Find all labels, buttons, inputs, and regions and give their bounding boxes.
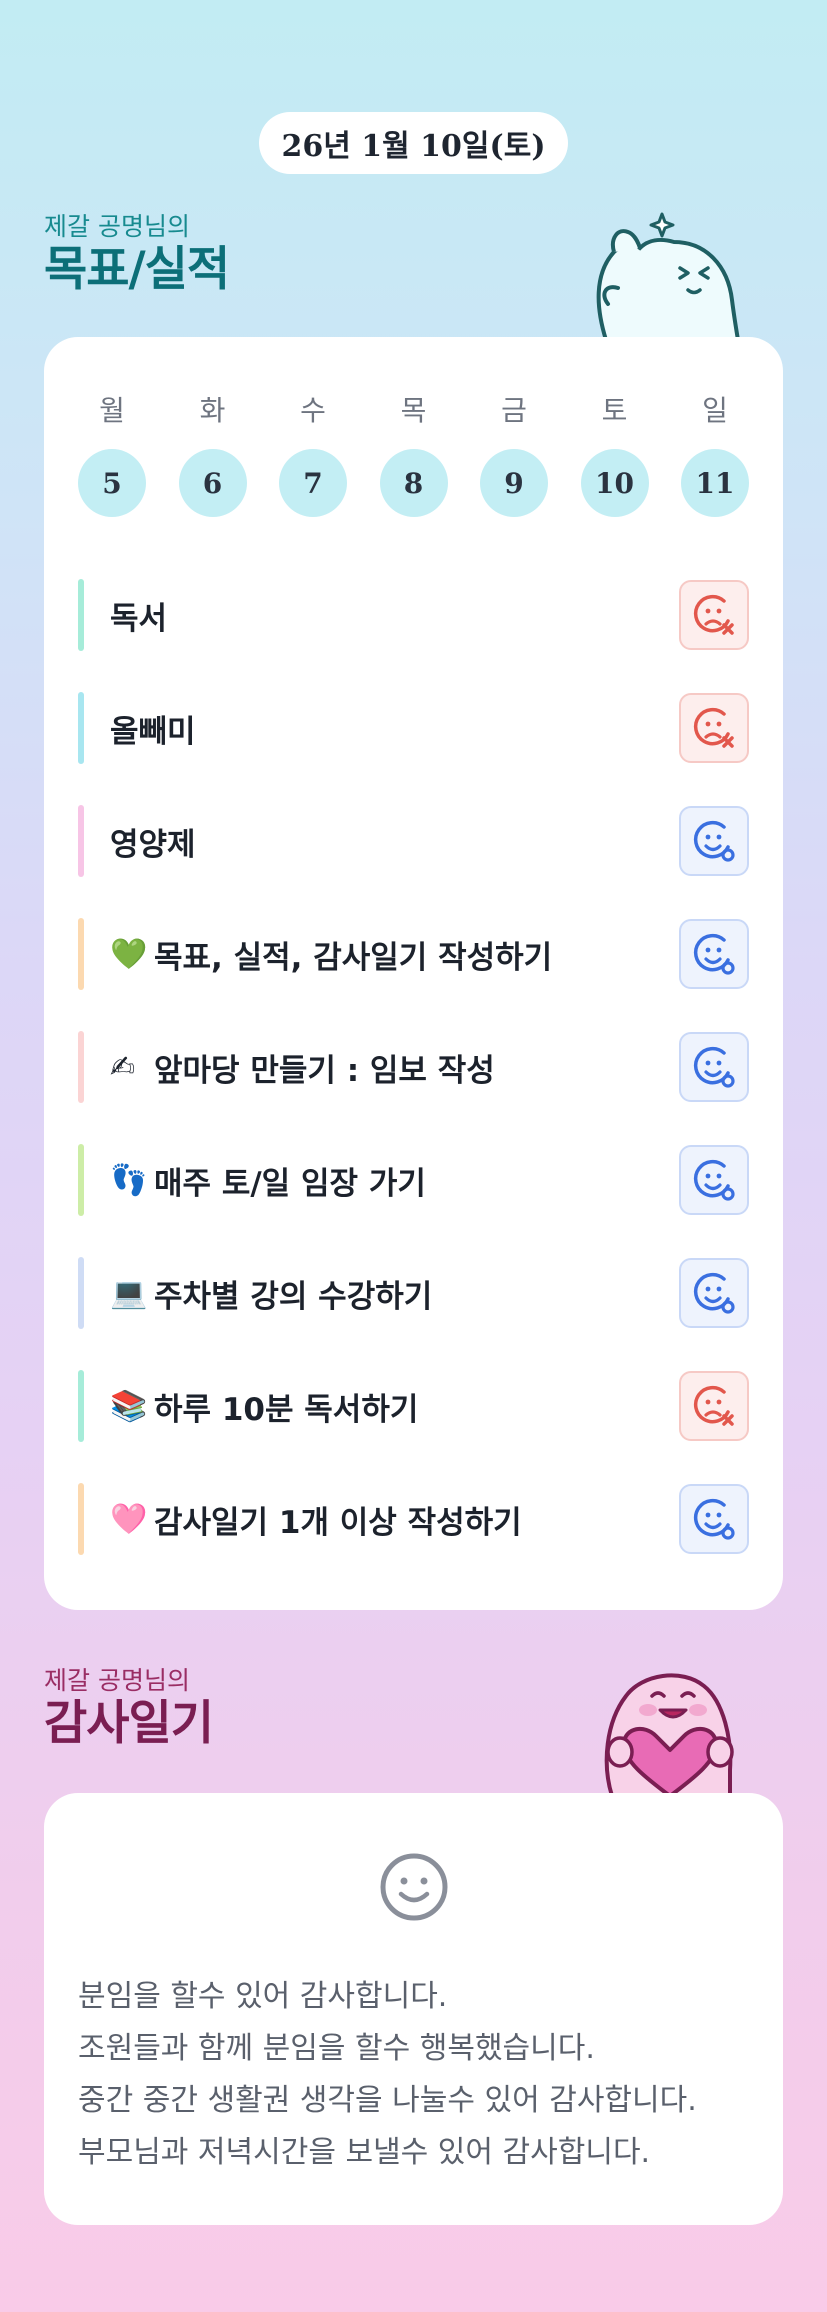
goal-title: 독서 bbox=[110, 563, 167, 667]
goal-row[interactable]: 📚 하루 10분 독서하기 bbox=[78, 1354, 749, 1467]
goal-label: 영양제 bbox=[110, 826, 196, 863]
goal-title: 📚 하루 10분 독서하기 bbox=[110, 1354, 418, 1458]
sad-face-x-icon bbox=[693, 594, 734, 635]
status-success-button[interactable] bbox=[679, 919, 749, 989]
status-success-button[interactable] bbox=[679, 1145, 749, 1215]
diary-line: 분임을 할수 있어 감사합니다. bbox=[78, 1979, 448, 2014]
goal-color-bar bbox=[78, 692, 84, 764]
goal-emoji-icon: ✍ bbox=[110, 1049, 136, 1085]
goal-title: 👣 매주 토/일 임장 가기 bbox=[110, 1128, 426, 1232]
diary-section-subtitle: 제갈 공명님의 bbox=[44, 1666, 190, 1695]
smile-face-check-icon bbox=[693, 933, 735, 975]
smile-face-check-icon bbox=[693, 1272, 735, 1314]
heart-mascot-icon bbox=[604, 1673, 734, 1796]
diary-section-title: 감사일기 bbox=[44, 1696, 214, 1751]
goal-label: 독서 bbox=[110, 600, 168, 637]
gratitude-diary-card: 분임을 할수 있어 감사합니다. 조원들과 함께 분임을 할수 행복했습니다. … bbox=[44, 1793, 783, 2225]
status-fail-button[interactable] bbox=[679, 1371, 749, 1441]
goal-row[interactable]: 💚 목표, 실적, 감사일기 작성하기 bbox=[78, 902, 749, 1015]
goal-title: ✍ 앞마당 만들기 : 임보 작성 bbox=[110, 1015, 495, 1119]
day-circle[interactable]: 10 bbox=[580, 449, 649, 517]
diary-line: 조원들과 함께 분임을 할수 행복했습니다. bbox=[78, 2031, 595, 2066]
smile-face-check-icon bbox=[693, 1498, 735, 1540]
diary-entries: 분임을 할수 있어 감사합니다. 조원들과 함께 분임을 할수 행복했습니다. … bbox=[78, 1971, 768, 2179]
goal-color-bar bbox=[78, 1257, 84, 1329]
day-circle[interactable]: 8 bbox=[379, 449, 448, 517]
goals-section-header: 제갈 공명님의 목표/실적 bbox=[44, 212, 230, 298]
weekday-label: 토 bbox=[601, 394, 628, 427]
goal-row[interactable]: 💻 주차별 강의 수강하기 bbox=[78, 1241, 749, 1354]
day-circle[interactable]: 5 bbox=[78, 449, 146, 517]
status-success-button[interactable] bbox=[679, 1258, 749, 1328]
goal-color-bar bbox=[78, 1144, 84, 1216]
weekday-label: 화 bbox=[199, 394, 226, 427]
goal-label: 올빼미 bbox=[110, 713, 196, 750]
day-circle[interactable]: 7 bbox=[279, 449, 347, 517]
goal-label: 앞마당 만들기 : 임보 작성 bbox=[154, 1052, 495, 1089]
sad-face-x-icon bbox=[693, 1385, 734, 1426]
day-circle[interactable]: 9 bbox=[480, 449, 548, 517]
goal-row[interactable]: 올빼미 bbox=[78, 676, 749, 789]
goal-color-bar bbox=[78, 1483, 84, 1555]
weekday-label: 금 bbox=[501, 394, 527, 427]
goal-color-bar bbox=[78, 1370, 84, 1442]
goals-section-subtitle: 제갈 공명님의 bbox=[44, 212, 190, 241]
goals-card: 월 화 수 목 금 토 일 5 6 7 8 9 10 11 독서 올빼미 영양제 💚 목… bbox=[44, 337, 783, 1610]
goal-emoji-icon: 💻 bbox=[110, 1275, 148, 1311]
smile-face-check-icon bbox=[693, 820, 735, 862]
smile-face-check-icon bbox=[693, 1159, 735, 1201]
day-circle[interactable]: 11 bbox=[681, 449, 749, 517]
week-day-selector: 5 6 7 8 9 10 11 bbox=[78, 449, 749, 517]
goal-emoji-icon: 💚 bbox=[110, 936, 148, 972]
weekday-label: 일 bbox=[702, 394, 728, 427]
goals-section-title: 목표/실적 bbox=[44, 242, 230, 297]
goal-label: 목표, 실적, 감사일기 작성하기 bbox=[154, 939, 553, 976]
diary-section-header: 제갈 공명님의 감사일기 bbox=[44, 1666, 214, 1752]
status-success-button[interactable] bbox=[679, 806, 749, 876]
goal-label: 매주 토/일 임장 가기 bbox=[154, 1165, 426, 1202]
goal-color-bar bbox=[78, 579, 84, 651]
goal-label: 감사일기 1개 이상 작성하기 bbox=[154, 1504, 522, 1541]
diary-line: 중간 중간 생활권 생각을 나눌수 있어 감사합니다. bbox=[78, 2083, 697, 2118]
goal-color-bar bbox=[78, 918, 84, 990]
goal-emoji-icon: 📚 bbox=[110, 1388, 148, 1424]
smile-face-check-icon bbox=[693, 1046, 735, 1088]
goal-row[interactable]: 독서 bbox=[78, 563, 749, 676]
status-fail-button[interactable] bbox=[679, 580, 749, 650]
weekday-label: 목 bbox=[400, 394, 427, 427]
status-success-button[interactable] bbox=[679, 1032, 749, 1102]
goal-emoji-icon: 👣 bbox=[110, 1162, 148, 1198]
goal-emoji-icon: 🩷 bbox=[110, 1501, 148, 1537]
goal-row[interactable]: 👣 매주 토/일 임장 가기 bbox=[78, 1128, 749, 1241]
weekday-labels: 월 화 수 목 금 토 일 bbox=[78, 389, 749, 429]
goal-row[interactable]: 영양제 bbox=[78, 789, 749, 902]
diary-line: 부모님과 저녁시간을 보낼수 있어 감사합니다. bbox=[78, 2135, 651, 2170]
goal-title: 🩷 감사일기 1개 이상 작성하기 bbox=[110, 1467, 522, 1571]
goal-list: 독서올빼미영양제 💚 목표, 실적, 감사일기 작성하기 ✍ 앞마당 만들기 : 임보 … bbox=[78, 563, 749, 1580]
goal-row[interactable]: ✍ 앞마당 만들기 : 임보 작성 bbox=[78, 1015, 749, 1128]
weekday-label: 월 bbox=[99, 394, 125, 427]
goal-label: 주차별 강의 수강하기 bbox=[154, 1278, 433, 1315]
goal-row[interactable]: 🩷 감사일기 1개 이상 작성하기 bbox=[78, 1467, 749, 1580]
ghost-mascot-icon bbox=[596, 212, 741, 340]
weekday-label: 수 bbox=[300, 394, 326, 427]
date-pill: 26년 1월 10일(토) bbox=[259, 112, 568, 174]
goal-title: 💻 주차별 강의 수강하기 bbox=[110, 1241, 432, 1345]
status-fail-button[interactable] bbox=[679, 693, 749, 763]
goal-label: 하루 10분 독서하기 bbox=[154, 1391, 419, 1428]
sad-face-x-icon bbox=[693, 707, 734, 748]
goal-title: 영양제 bbox=[110, 789, 196, 893]
goal-color-bar bbox=[78, 805, 84, 877]
goal-title: 올빼미 bbox=[110, 676, 196, 780]
day-circle[interactable]: 6 bbox=[178, 449, 247, 517]
goal-color-bar bbox=[78, 1031, 84, 1103]
smile-icon bbox=[380, 1853, 447, 1921]
status-success-button[interactable] bbox=[679, 1484, 749, 1554]
goal-title: 💚 목표, 실적, 감사일기 작성하기 bbox=[110, 902, 552, 1006]
